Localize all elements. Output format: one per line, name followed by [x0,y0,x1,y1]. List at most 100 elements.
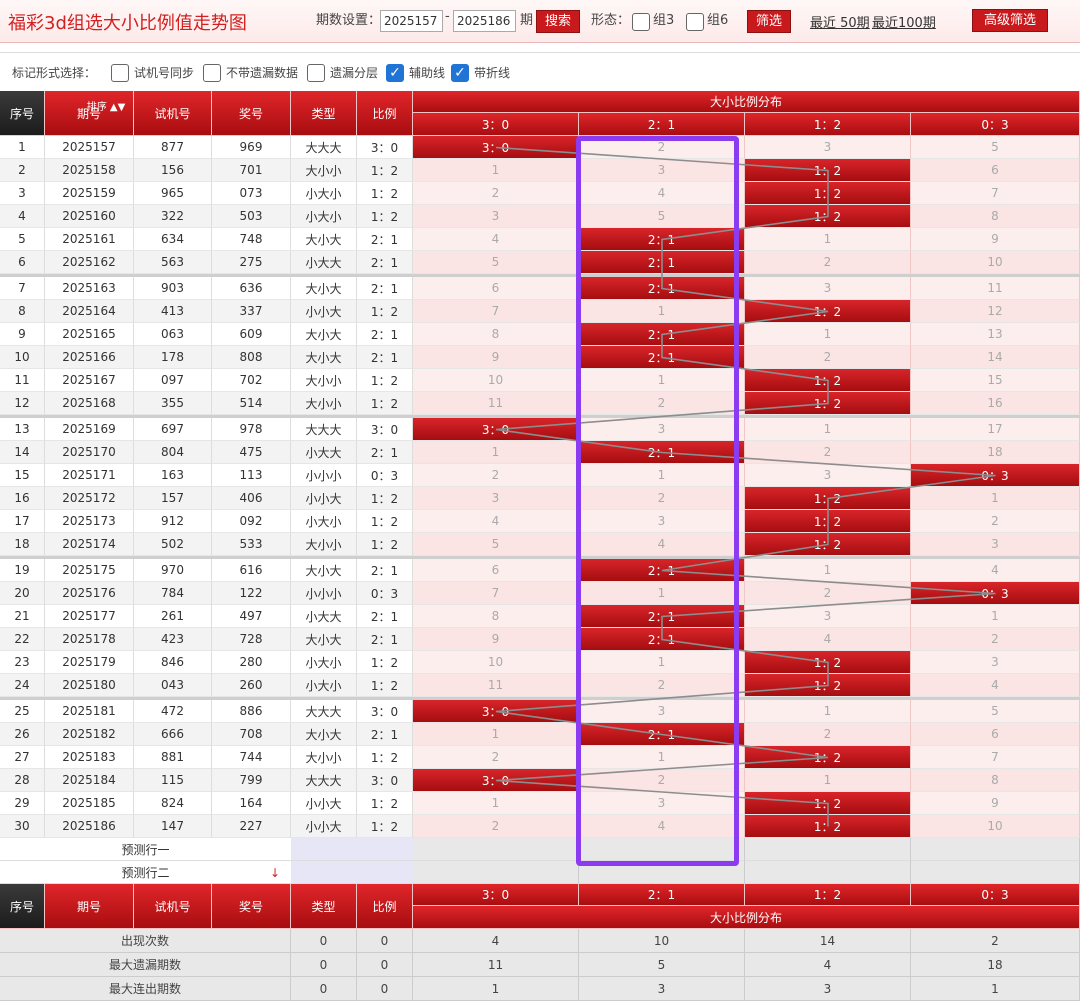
cell-period: 2025179 [45,651,134,674]
hit-cell: 2：1 [579,559,745,582]
cell-seq: 3 [0,182,45,205]
cell-seq: 17 [0,510,45,533]
cell-test-number: 666 [134,723,212,746]
cell-period: 2025162 [45,251,134,274]
opt-sync-checkbox[interactable] [111,64,129,82]
cell-type: 大小大 [291,323,357,346]
cell-period: 2025167 [45,369,134,392]
cell-ratio: 1：2 [357,182,413,205]
opt-layer-checkbox[interactable] [307,64,325,82]
miss-cell: 13 [911,323,1080,346]
cell-test-number: 784 [134,582,212,605]
advanced-filter-button[interactable]: 高级筛选 [972,9,1048,32]
cell-period: 2025178 [45,628,134,651]
miss-cell: 7 [413,582,579,605]
miss-cell: 5 [413,533,579,556]
predict-cell[interactable] [745,838,911,861]
filter-button[interactable]: 筛选 [747,10,791,33]
miss-cell: 4 [579,182,745,205]
header-draw-number: 奖号 [212,91,291,136]
shape-label: 形态： [591,13,631,28]
cell-period: 2025185 [45,792,134,815]
predict-cell[interactable] [579,838,745,861]
cell-type: 小小大 [291,792,357,815]
period-to-input[interactable]: 2025186 [453,10,516,32]
predict-cell[interactable] [579,861,745,884]
cell-ratio: 2：1 [357,723,413,746]
header-col-3: 0：3 [911,113,1080,136]
header-test-number: 试机号 [134,91,212,136]
cell-ratio: 2：1 [357,628,413,651]
cell-type: 大大大 [291,769,357,792]
search-button[interactable]: 搜索 [536,10,580,33]
cell-type: 大小小 [291,159,357,182]
cell-ratio: 1：2 [357,159,413,182]
cell-test-number: 824 [134,792,212,815]
cell-seq: 4 [0,205,45,228]
cell-type: 小大大 [291,605,357,628]
predict-cell[interactable] [911,861,1080,884]
miss-cell: 1 [579,651,745,674]
arrow-down-icon: ↓ [269,866,281,880]
miss-cell: 2 [745,346,911,369]
miss-cell: 9 [911,228,1080,251]
miss-cell: 1 [413,792,579,815]
miss-cell: 9 [413,346,579,369]
cell-seq: 25 [0,700,45,723]
predict-input[interactable] [291,861,413,884]
cell-period: 2025169 [45,418,134,441]
miss-cell: 2 [745,251,911,274]
cell-draw-number: 748 [212,228,291,251]
miss-cell: 8 [911,769,1080,792]
miss-cell: 3 [745,277,911,300]
miss-cell: 10 [911,251,1080,274]
cell-draw-number: 616 [212,559,291,582]
cell-draw-number: 702 [212,369,291,392]
opt-polyline-checkbox[interactable]: ✓ [451,64,469,82]
cell-test-number: 970 [134,559,212,582]
cell-draw-number: 113 [212,464,291,487]
miss-cell: 1 [745,228,911,251]
cell-type: 大小大 [291,346,357,369]
mark-options-bar: 标记形式选择： 试机号同步 不带遗漏数据 遗漏分层 ✓ 辅助线 ✓ 带折线 [0,52,1080,92]
cell-draw-number: 227 [212,815,291,838]
cell-seq: 24 [0,674,45,697]
cell-test-number: 502 [134,533,212,556]
cell-draw-number: 728 [212,628,291,651]
cell-draw-number: 708 [212,723,291,746]
opt-no-miss-checkbox[interactable] [203,64,221,82]
g6-checkbox[interactable] [686,13,704,31]
cell-period: 2025182 [45,723,134,746]
cell-draw-number: 475 [212,441,291,464]
stats-type: 0 [291,953,357,977]
period-from-input[interactable]: 2025157 [380,10,443,32]
cell-type: 小大小 [291,205,357,228]
predict-cell[interactable] [413,838,579,861]
predict-input[interactable] [291,838,413,861]
g3-checkbox[interactable] [632,13,650,31]
stats-value: 5 [579,953,745,977]
cell-period: 2025184 [45,769,134,792]
predict-label: 预测行一 [0,838,291,861]
hit-cell: 1：2 [745,674,911,697]
cell-ratio: 2：1 [357,228,413,251]
predict-cell[interactable] [413,861,579,884]
footer-header-ratio: 比例 [357,884,413,929]
predict-cell[interactable] [745,861,911,884]
cell-type: 小小小 [291,582,357,605]
cell-draw-number: 701 [212,159,291,182]
cell-draw-number: 337 [212,300,291,323]
header-ratio: 比例 [357,91,413,136]
recent-50-link[interactable]: 最近 50期 [810,12,870,31]
cell-type: 大小大 [291,228,357,251]
recent-100-link[interactable]: 最近100期 [872,12,936,31]
cell-test-number: 355 [134,392,212,415]
cell-ratio: 1：2 [357,369,413,392]
sort-toggle[interactable]: 排序 ▲▼ [86,95,126,115]
cell-seq: 7 [0,277,45,300]
cell-ratio: 1：2 [357,815,413,838]
opt-guide-checkbox[interactable]: ✓ [386,64,404,82]
predict-cell[interactable] [911,838,1080,861]
miss-cell: 12 [911,300,1080,323]
miss-cell: 5 [911,700,1080,723]
